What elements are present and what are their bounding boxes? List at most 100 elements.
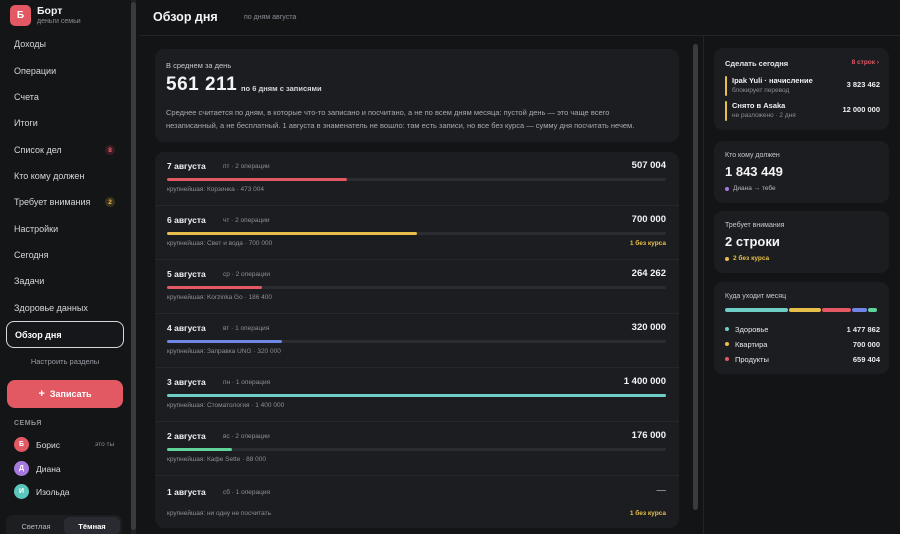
family-member[interactable]: Д Диана bbox=[14, 461, 61, 476]
average-value: 561 211 bbox=[166, 74, 238, 95]
day-meta: сб · 1 операция bbox=[223, 489, 271, 496]
nav-label: Доходы bbox=[14, 39, 47, 49]
todo-item[interactable]: Ipak Yuli · начисление блокирует перевод… bbox=[725, 76, 880, 96]
day-date: 1 августа bbox=[167, 487, 206, 497]
plus-icon: + bbox=[38, 388, 45, 400]
day-row[interactable]: 1 августа сб · 1 операция — крупнейшая: … bbox=[155, 476, 679, 528]
todo-value: 3 823 462 bbox=[846, 80, 880, 89]
month-stack-segment bbox=[867, 308, 877, 312]
day-meta: ср · 2 операции bbox=[223, 271, 271, 278]
today-title: Сделать сегодня bbox=[725, 59, 789, 68]
attention-card[interactable]: Требует внимания 2 строки 2 без курса bbox=[714, 211, 889, 273]
today-all-link[interactable]: 8 строк › bbox=[852, 59, 879, 66]
day-share-track bbox=[167, 178, 666, 181]
dot-icon bbox=[725, 256, 729, 261]
day-share-bar bbox=[167, 340, 282, 343]
family-member[interactable]: И Изольда bbox=[14, 484, 70, 499]
attention-note: 2 без курса bbox=[725, 255, 769, 262]
page-subtitle: по дням августа bbox=[244, 14, 297, 21]
day-biggest: крупнейшая: Заправка UNG · 320 000 bbox=[167, 348, 281, 355]
attention-title: Требует внимания bbox=[725, 222, 785, 229]
legend-label: Здоровье bbox=[735, 324, 769, 334]
nav-item-day-overview[interactable]: Обзор дня bbox=[6, 321, 124, 348]
day-total: 700 000 bbox=[631, 214, 666, 225]
nav-item-income[interactable]: Доходы bbox=[6, 33, 124, 55]
todo-marker bbox=[725, 76, 727, 96]
theme-light-option[interactable]: Светлая bbox=[8, 517, 64, 534]
main-scrollbar[interactable] bbox=[693, 40, 699, 530]
attention-count-badge: 2 bbox=[105, 197, 115, 207]
day-biggest: крупнейшая: Корзинка · 473 004 bbox=[167, 186, 264, 193]
configure-sections-link[interactable]: Настроить разделы bbox=[6, 357, 124, 366]
nav-label: Настройки bbox=[14, 224, 59, 234]
avatar: И bbox=[14, 484, 29, 499]
day-warning: 1 без курса bbox=[629, 240, 666, 247]
day-row[interactable]: 5 августа ср · 2 операции 264 262 крупне… bbox=[155, 260, 679, 314]
legend-value: 659 404 bbox=[852, 354, 880, 364]
sidebar: Б Борт деньги семьи Доходы Операции Счет… bbox=[0, 0, 133, 534]
nav-item-today[interactable]: Сегодня bbox=[6, 244, 124, 266]
month-card: Куда уходит месяц Здоровье 1 477 862 Квар… bbox=[714, 282, 889, 374]
day-share-bar bbox=[167, 286, 262, 289]
month-legend-item[interactable]: Продукты 659 404 bbox=[725, 353, 880, 365]
sidebar-scrollbar[interactable] bbox=[131, 0, 136, 534]
main-scrollbar-thumb[interactable] bbox=[693, 44, 698, 510]
nav-item-accounts[interactable]: Счета bbox=[6, 86, 124, 108]
member-note: это ты bbox=[95, 441, 115, 448]
dot-icon bbox=[725, 342, 729, 346]
average-label: В среднем за день bbox=[166, 61, 232, 70]
nav-item-settings[interactable]: Настройки bbox=[6, 218, 124, 240]
day-date: 2 августа bbox=[167, 431, 206, 441]
nav-item-todo[interactable]: Список дел 8 bbox=[6, 139, 124, 161]
day-row[interactable]: 2 августа вс · 2 операции 176 000 крупне… bbox=[155, 422, 679, 476]
day-row[interactable]: 6 августа чт · 2 операции 700 000 крупне… bbox=[155, 206, 679, 260]
nav-label: Кто кому должен bbox=[14, 171, 85, 181]
day-row[interactable]: 4 августа вт · 1 операция 320 000 крупне… bbox=[155, 314, 679, 368]
day-date: 7 августа bbox=[167, 161, 206, 171]
add-record-button[interactable]: + Записать bbox=[7, 380, 123, 408]
month-stack-segment bbox=[822, 308, 851, 312]
nav-item-tasks[interactable]: Задачи bbox=[6, 270, 124, 292]
todo-count-badge: 8 bbox=[105, 145, 115, 155]
todo-item[interactable]: Снято в Asaka не разложено · 2 дня 12 00… bbox=[725, 101, 880, 121]
dot-icon bbox=[725, 186, 729, 191]
days-list: 7 августа пт · 2 операции 507 004 крупне… bbox=[155, 152, 679, 528]
nav-label: Список дел bbox=[14, 145, 62, 155]
app-name: Борт bbox=[37, 5, 63, 17]
nav-item-debts[interactable]: Кто кому должен bbox=[6, 165, 124, 187]
header-divider bbox=[140, 35, 900, 36]
day-meta: пт · 2 операции bbox=[223, 163, 270, 170]
month-legend-item[interactable]: Квартира 700 000 bbox=[725, 338, 880, 350]
app-logo: Б bbox=[10, 5, 31, 26]
month-legend-item[interactable]: Здоровье 1 477 862 bbox=[725, 323, 880, 335]
family-member[interactable]: Б Борис это ты bbox=[14, 437, 114, 452]
day-share-bar bbox=[167, 178, 347, 181]
dot-icon bbox=[725, 357, 729, 361]
legend-value: 1 477 862 bbox=[846, 324, 880, 334]
nav-label: Операции bbox=[14, 66, 57, 76]
add-record-label: Записать bbox=[49, 389, 92, 399]
brand[interactable]: Б Борт деньги семьи bbox=[10, 5, 81, 26]
day-date: 5 августа bbox=[167, 269, 206, 279]
day-row[interactable]: 7 августа пт · 2 операции 507 004 крупне… bbox=[155, 152, 679, 206]
member-name: Борис bbox=[36, 439, 61, 450]
nav-label: Сегодня bbox=[14, 250, 49, 260]
sidebar-scrollbar-thumb[interactable] bbox=[131, 2, 136, 530]
day-share-track bbox=[167, 232, 666, 235]
average-card: В среднем за день 561 211 по 6 дням с за… bbox=[155, 49, 679, 142]
debts-card[interactable]: Кто кому должен 1 843 449 Диана → тебе bbox=[714, 141, 889, 203]
day-biggest: крупнейшая: Стоматология · 1 400 000 bbox=[167, 402, 285, 409]
nav-item-operations[interactable]: Операции bbox=[6, 60, 124, 82]
nav-item-data-health[interactable]: Здоровье данных bbox=[6, 297, 124, 319]
day-share-bar bbox=[167, 394, 666, 397]
app-subtitle: деньги семьи bbox=[37, 18, 81, 25]
nav-item-totals[interactable]: Итоги bbox=[6, 112, 124, 134]
day-meta: пн · 1 операция bbox=[223, 379, 271, 386]
nav-item-attention[interactable]: Требует внимания 2 bbox=[6, 191, 124, 213]
nav-label: Итоги bbox=[14, 118, 38, 128]
theme-dark-option[interactable]: Тёмная bbox=[64, 517, 120, 534]
day-share-track bbox=[167, 286, 666, 289]
day-total: 176 000 bbox=[631, 430, 666, 441]
debts-title: Кто кому должен bbox=[725, 152, 780, 159]
day-row[interactable]: 3 августа пн · 1 операция 1 400 000 круп… bbox=[155, 368, 679, 422]
